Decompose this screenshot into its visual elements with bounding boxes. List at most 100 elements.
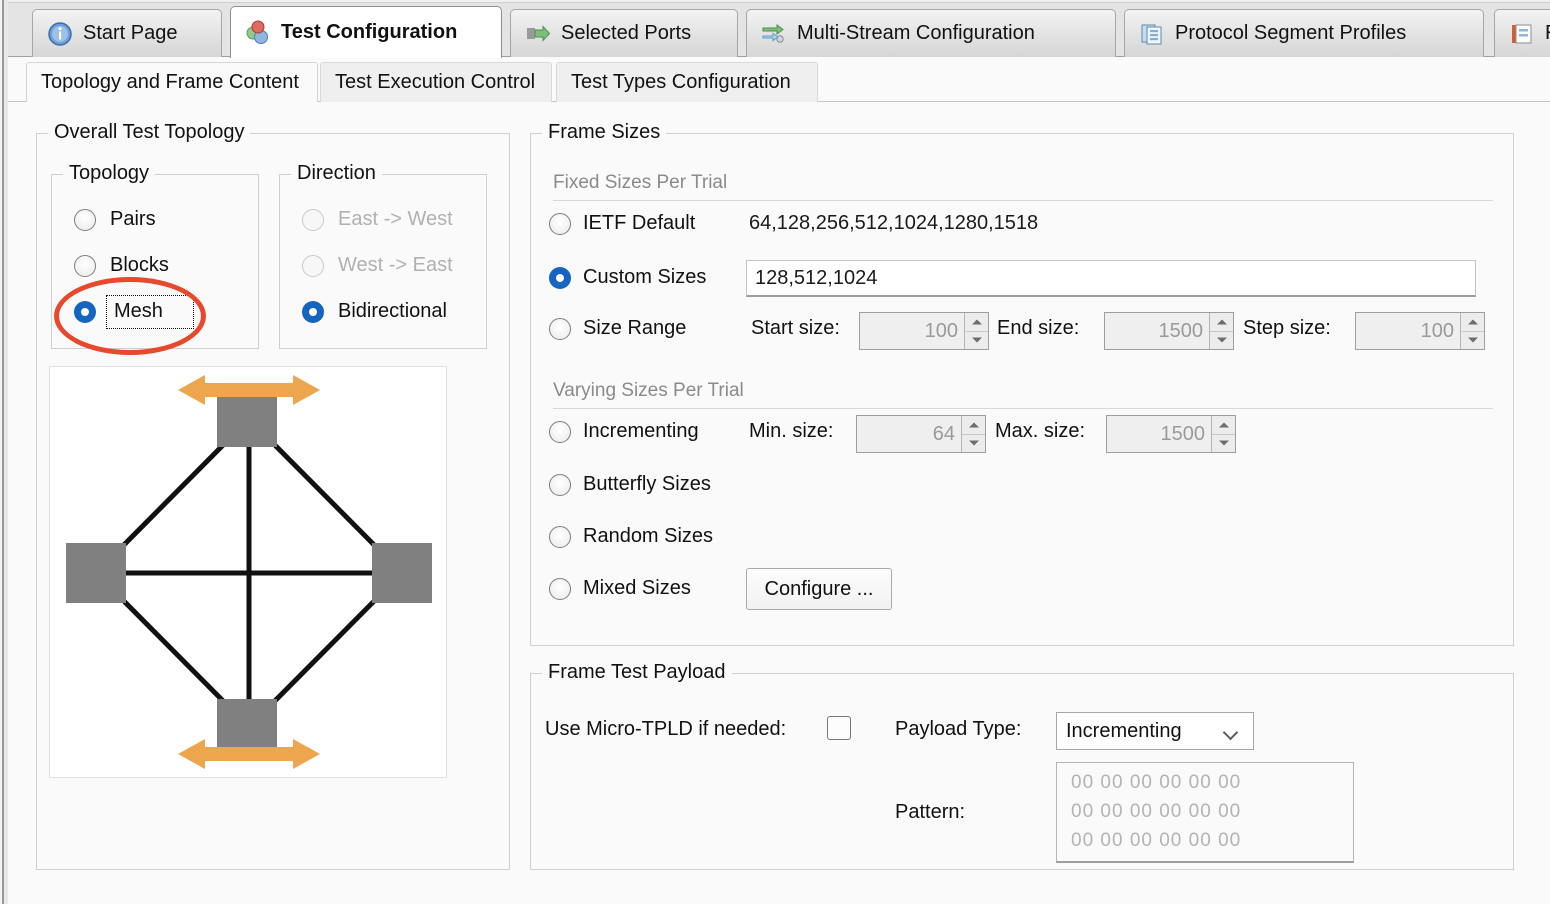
- stepper-buttons[interactable]: [1209, 313, 1233, 349]
- stepper-buttons[interactable]: [1460, 313, 1484, 349]
- min-size-label: Min. size:: [749, 420, 834, 442]
- tab-test-configuration[interactable]: Test Configuration: [230, 6, 502, 58]
- radio-label: Incrementing: [583, 420, 699, 442]
- stepper-up-button[interactable]: [962, 416, 985, 434]
- radio-incrementing[interactable]: [549, 421, 571, 443]
- tab-label: Multi-Stream Configuration: [797, 22, 1035, 44]
- varying-sizes-section-header: Varying Sizes Per Trial: [553, 380, 744, 401]
- payload-type-label: Payload Type:: [895, 718, 1022, 740]
- main-tab-strip: Start Page Test Configuration Selected P…: [8, 0, 1550, 58]
- stepper-down-button[interactable]: [962, 433, 985, 453]
- radio-size-range[interactable]: [549, 318, 571, 340]
- configure-mixed-sizes-button[interactable]: Configure ...: [746, 568, 892, 610]
- radio-label: Mixed Sizes: [583, 577, 691, 599]
- custom-sizes-input[interactable]: 128,512,1024: [746, 260, 1476, 297]
- mesh-topology-diagram: [49, 366, 447, 778]
- radio-ietf-default[interactable]: [549, 213, 571, 235]
- direction-group: Direction East -> West West -> East Bidi…: [279, 162, 487, 349]
- stepper-up-button[interactable]: [1212, 416, 1235, 434]
- min-size-stepper[interactable]: 64: [856, 415, 986, 453]
- pattern-row: 00 00 00 00 00 00: [1071, 830, 1242, 851]
- radio-bidirectional[interactable]: [302, 301, 324, 323]
- radio-label: Pairs: [110, 208, 156, 230]
- start-size-label: Start size:: [751, 317, 840, 339]
- green-arrow-ports-icon: [525, 21, 551, 47]
- section-divider: [553, 408, 1493, 409]
- notebook-report-icon: [1509, 21, 1535, 47]
- stepper-down-button[interactable]: [1461, 330, 1484, 350]
- info-circle-icon: [47, 21, 73, 47]
- radio-mixed-sizes[interactable]: [549, 578, 571, 600]
- tab-start-page[interactable]: Start Page: [32, 9, 222, 57]
- spheres-icon: [245, 20, 271, 46]
- radio-west-to-east: [302, 255, 324, 277]
- ietf-default-values: 64,128,256,512,1024,1280,1518: [749, 212, 1039, 234]
- step-size-stepper[interactable]: 100: [1355, 312, 1485, 350]
- overall-test-topology-group: Overall Test Topology Topology Pairs Blo…: [36, 121, 510, 870]
- radio-label: Bidirectional: [338, 300, 447, 322]
- sub-tab-test-types-configuration[interactable]: Test Types Configuration: [556, 62, 818, 102]
- radio-label: Blocks: [110, 254, 169, 276]
- green-arrows-stream-icon: [761, 21, 787, 47]
- radio-mesh[interactable]: [74, 301, 96, 323]
- radio-label: East -> West: [338, 208, 453, 230]
- tab-protocol-segment-profiles[interactable]: Protocol Segment Profiles: [1124, 9, 1484, 57]
- end-size-stepper[interactable]: 1500: [1104, 312, 1234, 350]
- stepper-value: 1500: [1158, 319, 1204, 342]
- stepper-value: 1500: [1160, 422, 1206, 445]
- group-title: Topology: [63, 162, 156, 185]
- end-size-label: End size:: [997, 317, 1080, 339]
- stepper-down-button[interactable]: [1212, 433, 1235, 453]
- sub-tab-strip: Topology and Frame Content Test Executio…: [8, 57, 1550, 102]
- micro-tpld-checkbox[interactable]: [827, 716, 851, 740]
- stepper-down-button[interactable]: [965, 330, 988, 350]
- tab-label: Test Configuration: [281, 21, 458, 43]
- micro-tpld-label: Use Micro-TPLD if needed:: [545, 718, 787, 740]
- radio-custom-sizes[interactable]: [549, 267, 571, 289]
- topology-group: Topology Pairs Blocks Mesh: [51, 162, 259, 349]
- start-size-stepper[interactable]: 100: [859, 312, 989, 350]
- section-divider: [553, 200, 1493, 201]
- pattern-field[interactable]: 00 00 00 00 00 00 00 00 00 00 00 00 00 0…: [1056, 762, 1354, 863]
- radio-label: Size Range: [583, 317, 687, 339]
- group-title: Direction: [291, 162, 382, 185]
- frame-sizes-group: Frame Sizes Fixed Sizes Per Trial IETF D…: [530, 121, 1514, 646]
- max-size-label: Max. size:: [995, 420, 1086, 442]
- blue-documents-icon: [1139, 21, 1165, 47]
- sub-tab-label: Topology and Frame Content: [41, 71, 299, 93]
- pattern-label: Pattern:: [895, 801, 966, 823]
- stepper-value: 64: [932, 422, 955, 445]
- stepper-up-button[interactable]: [1461, 313, 1484, 331]
- frame-test-payload-group: Frame Test Payload Use Micro-TPLD if nee…: [530, 661, 1514, 870]
- radio-label: Random Sizes: [583, 525, 714, 547]
- tab-label: Start Page: [83, 22, 178, 44]
- tab-multi-stream-configuration[interactable]: Multi-Stream Configuration: [746, 9, 1116, 57]
- radio-butterfly-sizes[interactable]: [549, 474, 571, 496]
- pattern-row: 00 00 00 00 00 00: [1071, 801, 1242, 822]
- tab-label: R: [1545, 22, 1550, 45]
- step-size-label: Step size:: [1243, 317, 1331, 339]
- radio-random-sizes[interactable]: [549, 526, 571, 548]
- radio-pairs[interactable]: [74, 209, 96, 231]
- radio-label: Butterfly Sizes: [583, 473, 711, 495]
- tab-selected-ports[interactable]: Selected Ports: [510, 9, 738, 57]
- stepper-buttons[interactable]: [961, 416, 985, 452]
- topology-links: [94, 417, 404, 729]
- stepper-down-button[interactable]: [1210, 330, 1233, 350]
- stepper-buttons[interactable]: [1211, 416, 1235, 452]
- sub-tab-topology-and-frame-content[interactable]: Topology and Frame Content: [26, 62, 318, 102]
- radio-label: Mesh: [114, 300, 163, 322]
- stepper-buttons[interactable]: [964, 313, 988, 349]
- window-left-border: [0, 0, 8, 904]
- max-size-stepper[interactable]: 1500: [1106, 415, 1236, 453]
- group-title: Overall Test Topology: [48, 121, 251, 144]
- stepper-up-button[interactable]: [1210, 313, 1233, 331]
- sub-tab-test-execution-control[interactable]: Test Execution Control: [320, 62, 552, 102]
- radio-blocks[interactable]: [74, 255, 96, 277]
- group-title: Frame Sizes: [542, 121, 667, 144]
- stepper-value: 100: [924, 319, 958, 342]
- tab-reporting[interactable]: R: [1494, 9, 1550, 57]
- payload-type-dropdown[interactable]: Incrementing: [1056, 712, 1254, 750]
- sub-tab-label: Test Types Configuration: [571, 71, 791, 93]
- stepper-up-button[interactable]: [965, 313, 988, 331]
